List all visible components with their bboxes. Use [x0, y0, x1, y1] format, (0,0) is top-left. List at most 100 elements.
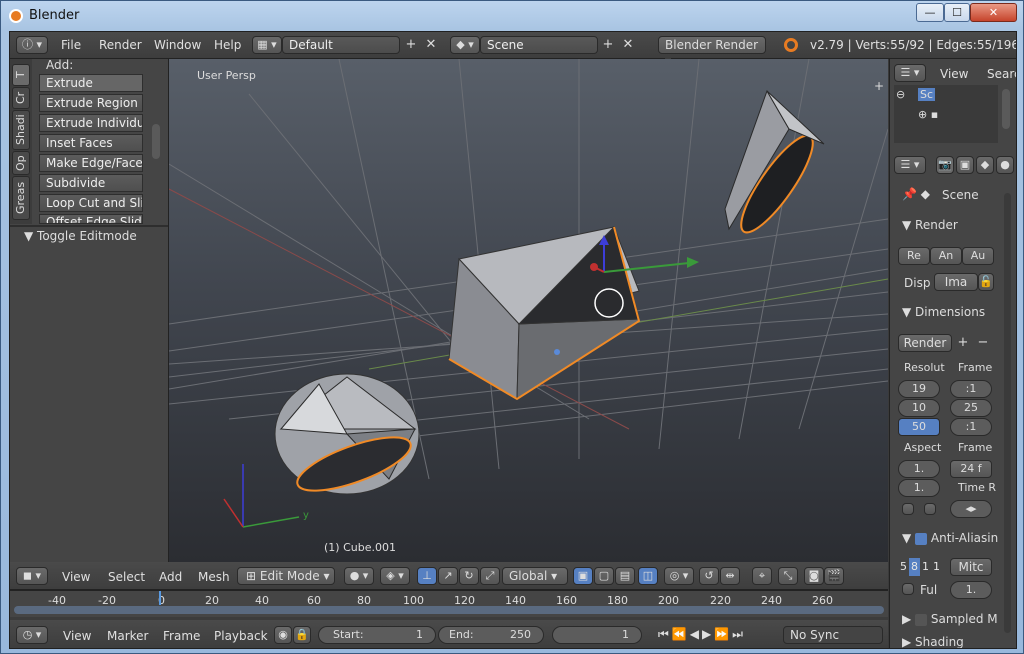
tab-create[interactable]: Cr	[12, 87, 30, 109]
close-window-button[interactable]: ✕	[970, 3, 1017, 22]
properties-scrollbar[interactable]	[1004, 193, 1011, 633]
full-sample-checkbox[interactable]	[902, 583, 914, 595]
remove-layout-icon[interactable]: ✕	[422, 36, 440, 54]
render-tab-icon[interactable]: 📷	[936, 156, 954, 174]
menu-file[interactable]: File	[61, 38, 81, 52]
scene-tab-icon[interactable]: ◆	[976, 156, 994, 174]
rotate-icon[interactable]: ↻	[459, 567, 479, 585]
render-preview-icon[interactable]: ◙	[804, 567, 824, 585]
tool-shelf-scrollbar[interactable]	[152, 124, 160, 159]
aa-sample-option[interactable]: 8	[909, 558, 920, 576]
start-frame-field[interactable]: Start: 1	[318, 626, 436, 644]
viewport-plus-icon[interactable]: +	[874, 79, 884, 93]
frame-rate-select[interactable]: 24 f	[950, 460, 992, 478]
antialias-checkbox[interactable]	[915, 532, 928, 545]
sampled-motion-section-header[interactable]: ▶ Sampled M	[902, 612, 1014, 626]
face-select-icon[interactable]: ▤	[615, 567, 635, 585]
view3d-menu-view[interactable]: View	[62, 570, 90, 584]
extrude-button[interactable]: Extrude	[39, 74, 143, 92]
tab-tools[interactable]: T	[12, 64, 30, 86]
menu-window[interactable]: Window	[154, 38, 201, 52]
add-preset-icon[interactable]: +	[954, 334, 972, 352]
view3d-menu-add[interactable]: Add	[159, 570, 182, 584]
scale-icon[interactable]: ⤢	[480, 567, 500, 585]
mode-select[interactable]: ⊞ Edit Mode ▾	[237, 567, 335, 585]
audio-button[interactable]: Au	[962, 247, 994, 265]
aa-filter-select[interactable]: Mitc	[950, 558, 992, 576]
snap-icon[interactable]: ⌖	[752, 567, 772, 585]
outliner-scrollbar[interactable]	[1002, 89, 1010, 129]
timeline-menu-playback[interactable]: Playback	[214, 629, 268, 643]
mirror-icon[interactable]: ⇹	[720, 567, 740, 585]
outliner-menu-view[interactable]: View	[940, 67, 968, 81]
subdivide-button[interactable]: Subdivide	[39, 174, 143, 192]
outliner-editor-icon[interactable]: ☰ ▾	[894, 64, 926, 82]
inset-faces-button[interactable]: Inset Faces	[39, 134, 143, 152]
timeline-menu-marker[interactable]: Marker	[107, 629, 148, 643]
editor-type-icon[interactable]: ⓘ ▾	[16, 36, 48, 54]
render-image-button[interactable]: Re	[898, 247, 930, 265]
proportional-edit-icon[interactable]: ◎ ▾	[664, 567, 694, 585]
view3d-menu-select[interactable]: Select	[108, 570, 145, 584]
view3d-editor-icon[interactable]: ◼ ▾	[16, 567, 48, 585]
current-frame-marker[interactable]	[159, 591, 161, 605]
loop-icon[interactable]: ↺	[699, 567, 719, 585]
remove-preset-icon[interactable]: −	[974, 334, 992, 352]
tab-options[interactable]: Op	[12, 151, 30, 175]
resolution-x-field[interactable]: 19	[898, 380, 940, 398]
manipulator-toggle-icon[interactable]: ⊥	[417, 567, 437, 585]
filter-size-field[interactable]: 1.	[950, 581, 992, 599]
loop-cut-slide-button[interactable]: Loop Cut and Slide	[39, 194, 143, 212]
scene-field[interactable]: Scene	[480, 36, 598, 54]
lock-icon[interactable]: 🔒	[293, 626, 311, 644]
layout-icon[interactable]: ▦ ▾	[252, 36, 282, 54]
3d-viewport[interactable]: y User Persp (1) Cube.001 +	[169, 59, 888, 562]
timeline-area[interactable]: -40 -20 0 20 40 60 80 100 120 140 160 18…	[10, 590, 888, 620]
collapse-icon[interactable]: ⊖	[896, 88, 905, 101]
shading-select[interactable]: ● ▾	[344, 567, 374, 585]
maximize-button[interactable]: ☐	[944, 3, 970, 22]
aa-sample-option[interactable]: 5	[898, 558, 909, 576]
current-frame-field[interactable]: 1	[552, 626, 642, 644]
extrude-region-button[interactable]: Extrude Region	[39, 94, 143, 112]
offset-edge-slide-button[interactable]: Offset Edge Slide	[39, 214, 143, 224]
timeline-menu-frame[interactable]: Frame	[163, 629, 200, 643]
outliner-search[interactable]: Search	[987, 67, 1016, 81]
timeline-editor-icon[interactable]: ◷ ▾	[16, 626, 48, 644]
timeline-menu-view[interactable]: View	[63, 629, 91, 643]
view3d-menu-mesh[interactable]: Mesh	[198, 570, 230, 584]
aspect-y-field[interactable]: 1.	[898, 479, 940, 497]
vertex-select-icon[interactable]: ▣	[573, 567, 593, 585]
minimize-button[interactable]: —	[916, 3, 944, 22]
playback-controls[interactable]: ⏮⏪◀▶⏩⏭	[658, 627, 746, 642]
sampled-motion-checkbox[interactable]	[915, 613, 928, 626]
record-icon[interactable]: ◉	[274, 626, 292, 644]
render-animation-button[interactable]: An	[930, 247, 962, 265]
sync-mode-select[interactable]: No Sync	[783, 626, 883, 644]
time-remap-field[interactable]: ◂▸	[950, 500, 992, 518]
tab-shading[interactable]: Shadi	[12, 110, 30, 150]
orientation-select[interactable]: Global ▾	[502, 567, 568, 585]
translate-icon[interactable]: ↗	[438, 567, 458, 585]
pin-icon[interactable]: 📌 ◆	[902, 187, 930, 201]
snap-target-icon[interactable]: ⤡	[778, 567, 798, 585]
crop-checkbox[interactable]	[924, 503, 936, 515]
border-checkbox[interactable]	[902, 503, 914, 515]
layers-tab-icon[interactable]: ▣	[956, 156, 974, 174]
tab-grease-pencil[interactable]: Greas	[12, 176, 30, 220]
world-tab-icon[interactable]: ●	[996, 156, 1014, 174]
remove-scene-icon[interactable]: ✕	[619, 36, 637, 54]
add-scene-icon[interactable]: +	[599, 36, 617, 54]
display-select[interactable]: Ima	[934, 273, 978, 291]
end-frame-field[interactable]: End: 250	[438, 626, 544, 644]
properties-editor-icon[interactable]: ☰ ▾	[894, 156, 926, 174]
pivot-select[interactable]: ◈ ▾	[380, 567, 410, 585]
antialias-section-header[interactable]: ▼ Anti-Aliasin	[902, 531, 1014, 545]
extrude-individual-button[interactable]: Extrude Individual	[39, 114, 143, 132]
outliner-scene-item[interactable]: Sc	[918, 88, 936, 101]
render-preset-select[interactable]: Render	[898, 334, 952, 352]
frame-step-field[interactable]: :1	[950, 418, 992, 436]
occlude-geometry-icon[interactable]: ◫	[638, 567, 658, 585]
aa-sample-option[interactable]: 1	[931, 558, 942, 576]
frame-end-field[interactable]: 25	[950, 399, 992, 417]
